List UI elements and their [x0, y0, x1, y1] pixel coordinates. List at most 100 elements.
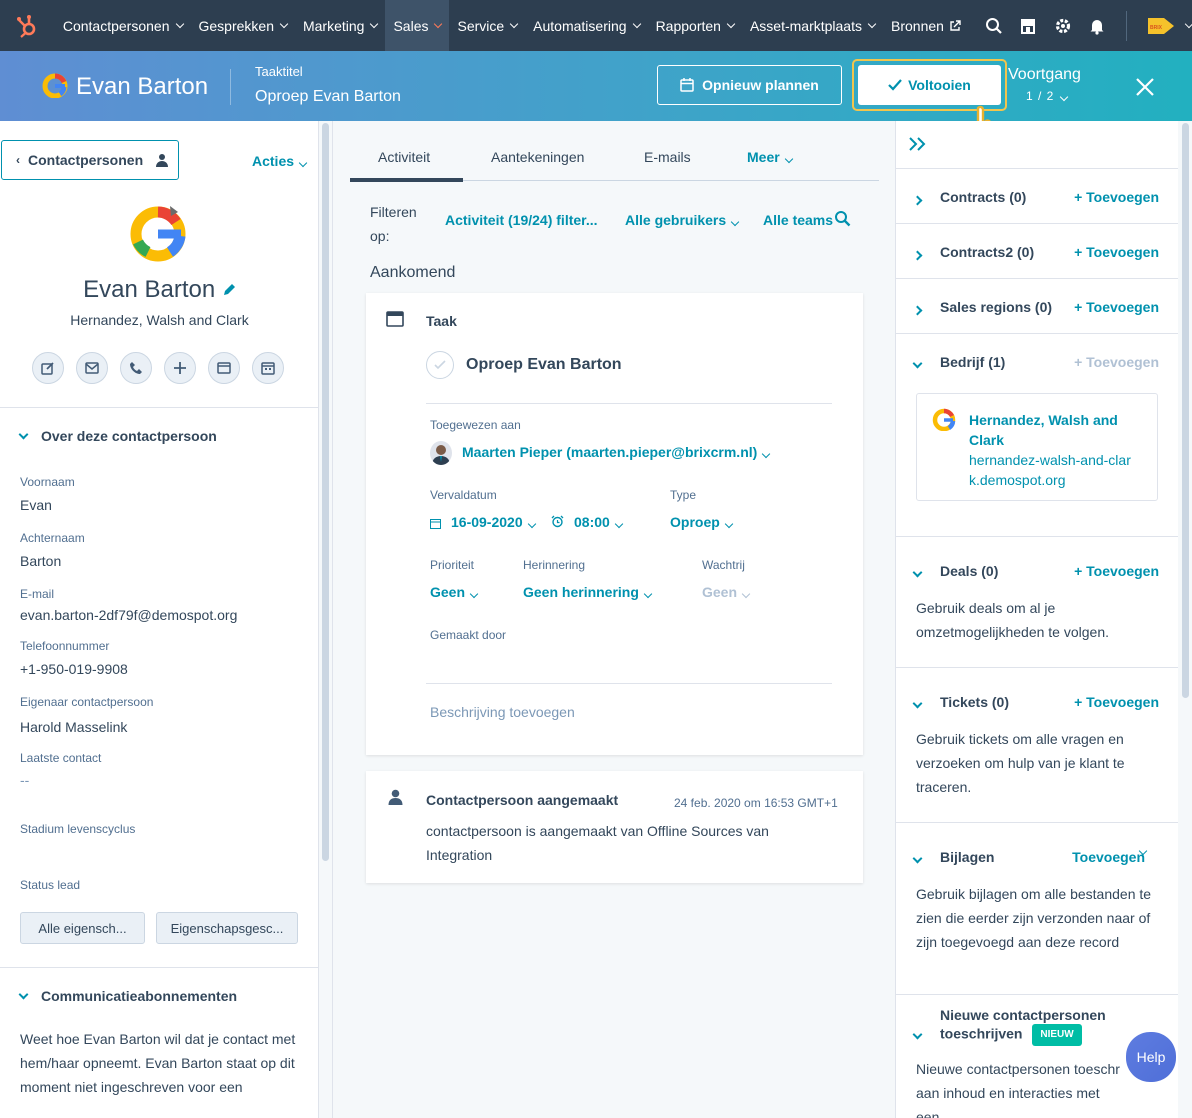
nav-asset-marketplace[interactable]: Asset-marktplaats: [742, 0, 883, 51]
task-complete-checkbox[interactable]: [426, 351, 454, 379]
contracts-section: Contracts (0) + Toevoegen: [896, 169, 1179, 224]
phone-icon[interactable]: [120, 352, 152, 384]
email-icon[interactable]: [76, 352, 108, 384]
field-value-email[interactable]: evan.barton-2df79f@demospot.org: [20, 607, 237, 623]
nav-reports[interactable]: Rapporten: [648, 0, 742, 51]
progress-counter[interactable]: 1 / 2: [1026, 89, 1068, 103]
new-contacts-title[interactable]: Nieuwe contactpersonen toeschrijven NIEU…: [940, 1006, 1140, 1046]
task-title-text[interactable]: Oproep Evan Barton: [466, 356, 622, 374]
tickets-add-button[interactable]: + Toevoegen: [1074, 694, 1159, 710]
task-header: Evan Barton Taaktitel Oproep Evan Barton…: [0, 51, 1192, 121]
account-avatar[interactable]: BRIX: [1137, 0, 1184, 51]
property-history-button[interactable]: Eigenschapsgesc...: [156, 912, 298, 944]
all-properties-button[interactable]: Alle eigensch...: [20, 912, 145, 944]
company-name-link[interactable]: Hernandez, Walsh and Clark: [969, 410, 1139, 450]
close-icon[interactable]: [1136, 78, 1154, 99]
tickets-text: Gebruik tickets om alle vragen en verzoe…: [916, 731, 1125, 795]
contact-created-card: Contactpersoon aangemaakt 24 feb. 2020 o…: [366, 771, 863, 883]
check-icon: [888, 79, 902, 91]
field-value-lastname[interactable]: Barton: [20, 553, 61, 569]
field-value-last-contact: --: [20, 772, 30, 788]
attachments-add-button[interactable]: Toevoegen: [1072, 849, 1145, 865]
attachments-title[interactable]: Bijlagen: [940, 849, 994, 865]
filter-users-dropdown[interactable]: Alle gebruikers: [625, 212, 740, 228]
assignee-dropdown[interactable]: Maarten Pieper (maarten.pieper@brixcrm.n…: [462, 444, 771, 460]
nav-sales[interactable]: Sales: [385, 0, 450, 51]
edit-pencil-icon[interactable]: [222, 283, 236, 297]
nav-contacts[interactable]: Contactpersonen: [55, 0, 191, 51]
chevron-right-icon[interactable]: [912, 191, 923, 207]
search-icon[interactable]: [977, 0, 1011, 51]
chevron-down-icon[interactable]: [912, 1025, 923, 1041]
right-scrollbar[interactable]: [1178, 121, 1192, 1118]
attachments-section: Bijlagen Toevoegen Gebruik bijlagen om a…: [896, 823, 1179, 995]
contracts-add-button[interactable]: + Toevoegen: [1074, 189, 1159, 205]
subscriptions-section-header[interactable]: Communicatieabonnementen: [18, 988, 237, 1004]
sales-regions-add-button[interactable]: + Toevoegen: [1074, 299, 1159, 315]
field-value-phone[interactable]: +1-950-019-9908: [20, 661, 128, 677]
company-section-title[interactable]: Bedrijf (1): [940, 354, 1005, 370]
chevron-right-icon[interactable]: [912, 301, 923, 317]
tab-more[interactable]: Meer: [747, 149, 793, 165]
nav-automation[interactable]: Automatisering: [525, 0, 647, 51]
reminder-dropdown[interactable]: Geen herinnering: [523, 584, 653, 600]
calendar-icon: [680, 78, 694, 92]
marketplace-icon[interactable]: [1011, 0, 1045, 51]
field-label-lastname: Achternaam: [20, 531, 85, 545]
queue-dropdown[interactable]: Geen: [702, 584, 751, 600]
account-menu-chevron-icon[interactable]: [1184, 19, 1192, 29]
field-value-owner[interactable]: Harold Masselink: [20, 719, 127, 735]
filter-activity-dropdown[interactable]: Activiteit (19/24) filter...: [445, 212, 598, 228]
tab-notes[interactable]: Aantekeningen: [491, 149, 584, 165]
chevron-down-icon[interactable]: [912, 849, 923, 865]
company-section: Bedrijf (1) + Toevoegen Hernandez, Walsh…: [896, 334, 1179, 537]
active-tab-indicator: [350, 178, 463, 182]
collapse-chevrons-icon[interactable]: [908, 136, 928, 155]
description-input[interactable]: Beschrijving toevoegen: [430, 704, 575, 720]
due-time-dropdown[interactable]: 08:00: [574, 514, 623, 530]
help-button[interactable]: Help: [1126, 1032, 1176, 1082]
nav-service[interactable]: Service: [449, 0, 525, 51]
deals-add-button[interactable]: + Toevoegen: [1074, 563, 1159, 579]
task-title-label: Taaktitel: [255, 64, 303, 79]
reschedule-button[interactable]: Opnieuw plannen: [657, 65, 842, 105]
sales-regions-title[interactable]: Sales regions (0): [940, 299, 1052, 315]
search-icon[interactable]: [834, 210, 851, 230]
priority-dropdown[interactable]: Geen: [430, 584, 479, 600]
meeting-icon[interactable]: [252, 352, 284, 384]
settings-icon[interactable]: [1046, 0, 1080, 51]
task-title[interactable]: Oproep Evan Barton: [255, 88, 401, 106]
chevron-down-icon[interactable]: [912, 694, 923, 710]
about-section-header[interactable]: Over deze contactpersoon: [18, 428, 217, 444]
left-scrollbar[interactable]: [319, 121, 333, 1118]
header-divider: [230, 69, 231, 105]
person-icon: [388, 789, 403, 808]
filter-teams-dropdown[interactable]: Alle teams: [763, 212, 833, 228]
due-date-dropdown[interactable]: 16-09-2020: [451, 514, 536, 530]
company-add-button[interactable]: + Toevoegen: [1074, 354, 1159, 370]
chevron-down-icon[interactable]: [912, 354, 923, 370]
tab-activity[interactable]: Activiteit: [378, 149, 430, 165]
actions-dropdown[interactable]: Acties: [252, 153, 308, 169]
add-icon[interactable]: [164, 352, 196, 384]
contracts2-add-button[interactable]: + Toevoegen: [1074, 244, 1159, 260]
note-icon[interactable]: [32, 352, 64, 384]
contracts2-title[interactable]: Contracts2 (0): [940, 244, 1034, 260]
chevron-right-icon[interactable]: [912, 246, 923, 262]
chevron-down-icon[interactable]: [912, 563, 923, 579]
bell-icon[interactable]: [1080, 0, 1114, 51]
deals-title[interactable]: Deals (0): [940, 563, 998, 579]
company-logo-icon: [42, 72, 68, 101]
field-value-firstname[interactable]: Evan: [20, 497, 52, 513]
type-dropdown[interactable]: Oproep: [670, 514, 733, 530]
back-to-contacts-button[interactable]: ‹ Contactpersonen: [1, 140, 179, 180]
contracts-title[interactable]: Contracts (0): [940, 189, 1026, 205]
nav-conversations[interactable]: Gesprekken: [191, 0, 295, 51]
tickets-title[interactable]: Tickets (0): [940, 694, 1009, 710]
tab-emails[interactable]: E-mails: [644, 149, 691, 165]
hubspot-logo-icon[interactable]: [0, 0, 55, 51]
nav-resources[interactable]: Bronnen: [883, 0, 969, 51]
nav-marketing[interactable]: Marketing: [295, 0, 385, 51]
task-icon[interactable]: [208, 352, 240, 384]
company-domain-link[interactable]: hernandez-walsh-and-clark.demospot.org: [969, 450, 1139, 490]
